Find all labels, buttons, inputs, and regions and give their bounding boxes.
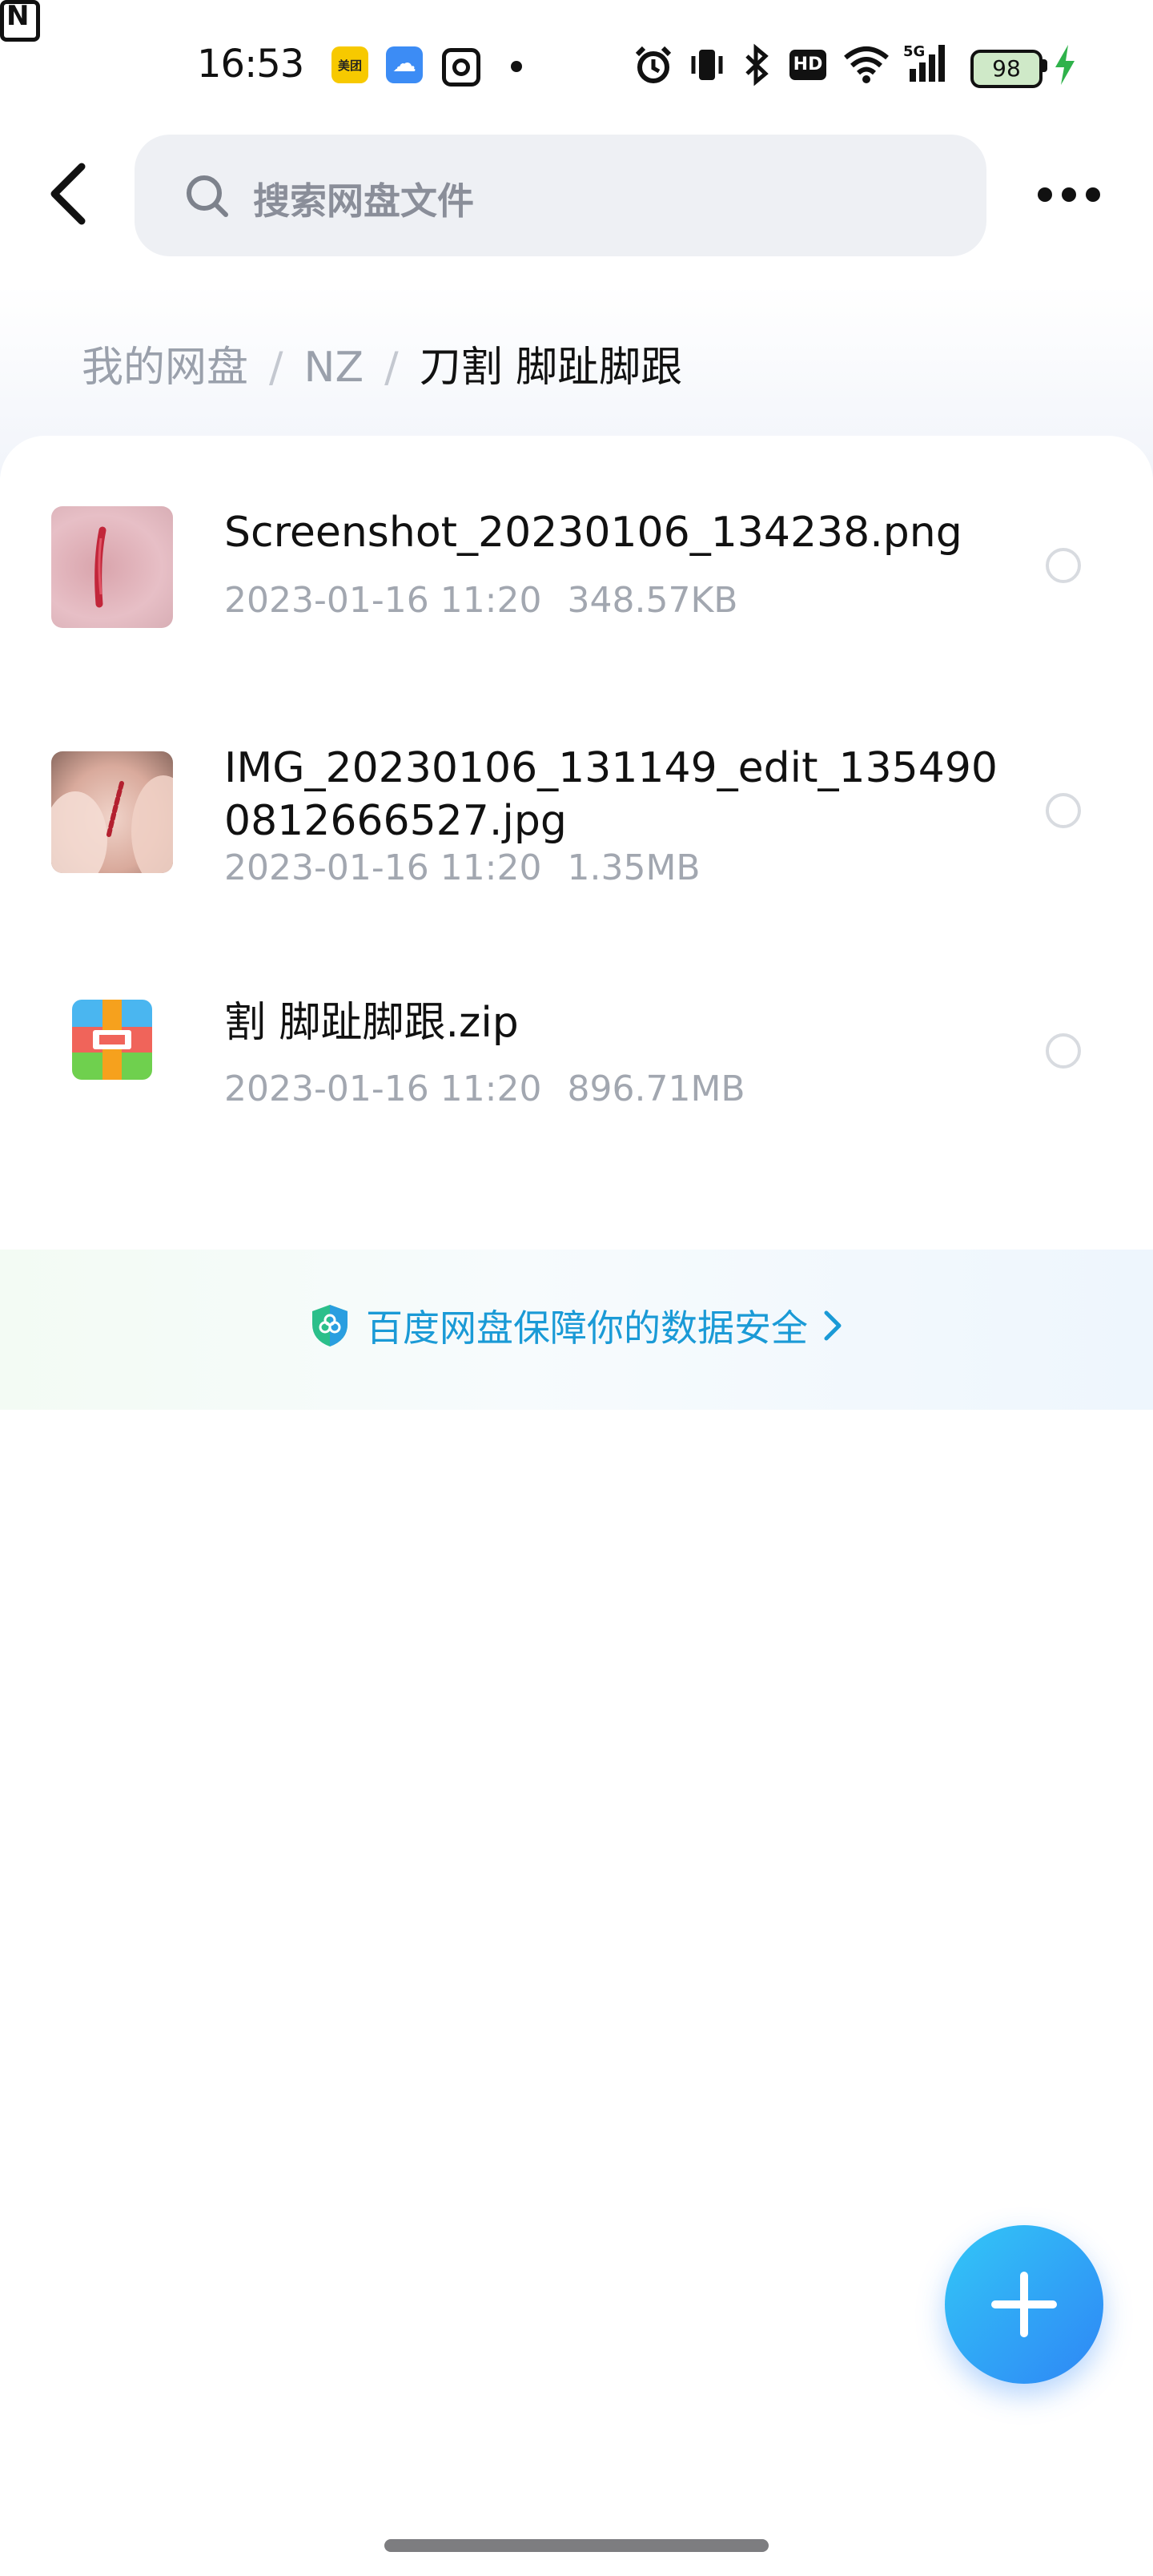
security-banner-text: 百度网盘保障你的数据安全 xyxy=(366,1306,808,1350)
wifi-icon xyxy=(844,46,889,83)
file-size: 348.57KB xyxy=(567,580,738,621)
file-name: Screenshot_20230106_134238.png xyxy=(224,509,962,557)
charging-icon xyxy=(1055,45,1075,85)
file-row[interactable]: Screenshot_20230106_134238.png 2023-01-1… xyxy=(0,506,1153,666)
home-indicator[interactable] xyxy=(384,2539,769,2552)
file-name: IMG_20230106_131149_edit_135490 08126665… xyxy=(224,742,1009,847)
file-name: 割 脚趾脚跟.zip xyxy=(224,999,519,1047)
breadcrumb-root[interactable]: 我的网盘 xyxy=(82,344,248,392)
back-button[interactable] xyxy=(45,160,96,227)
notification-dot xyxy=(511,61,522,72)
breadcrumb-separator: / xyxy=(269,344,283,392)
file-thumbnail xyxy=(51,751,173,873)
breadcrumb-separator: / xyxy=(384,344,399,392)
more-dot xyxy=(1038,187,1052,202)
meituan-app-icon: 美团 xyxy=(331,46,368,83)
security-banner[interactable]: 百度网盘保障你的数据安全 xyxy=(0,1250,1153,1410)
battery-icon: 98 xyxy=(970,50,1043,88)
wound-image-icon xyxy=(94,526,106,608)
wound-image-icon xyxy=(51,775,173,873)
file-name-line: 0812666527.jpg xyxy=(224,797,567,845)
select-radio[interactable] xyxy=(1046,548,1081,583)
file-date: 2023-01-16 11:20 xyxy=(224,847,542,888)
file-row[interactable]: IMG_20230106_131149_edit_135490 08126665… xyxy=(0,744,1153,942)
file-meta: 2023-01-16 11:20 896.71MB xyxy=(224,1069,745,1109)
more-dot xyxy=(1086,187,1100,202)
5g-signal-icon: 5G xyxy=(903,43,945,82)
search-input[interactable]: 搜索网盘文件 xyxy=(135,135,986,256)
search-icon xyxy=(187,175,228,217)
nfc-icon: N xyxy=(0,0,40,42)
battery-cap xyxy=(1043,59,1047,72)
breadcrumb: 我的网盘 / NZ / 刀割 脚趾脚跟 xyxy=(82,333,682,393)
file-meta: 2023-01-16 11:20 348.57KB xyxy=(224,580,738,621)
file-date: 2023-01-16 11:20 xyxy=(224,1069,542,1109)
zip-file-icon xyxy=(72,1000,152,1080)
file-row[interactable]: 割 脚趾脚跟.zip 2023-01-16 11:20 896.71MB xyxy=(0,995,1153,1155)
status-bar: 16:53 美团 ☁ N HD 5G 98 xyxy=(0,0,1153,128)
file-meta: 2023-01-16 11:20 1.35MB xyxy=(224,847,701,888)
bluetooth-icon xyxy=(745,43,769,87)
breadcrumb-parent[interactable]: NZ xyxy=(304,344,364,392)
file-date: 2023-01-16 11:20 xyxy=(224,580,542,621)
more-dot xyxy=(1062,187,1076,202)
alarm-icon xyxy=(635,46,672,83)
file-thumbnail xyxy=(51,506,173,628)
chevron-right-icon xyxy=(824,1310,842,1341)
status-time: 16:53 xyxy=(197,42,304,87)
search-placeholder: 搜索网盘文件 xyxy=(253,179,474,223)
hd-icon: HD xyxy=(789,50,826,80)
file-name-line: IMG_20230106_131149_edit_135490 xyxy=(224,744,998,792)
select-radio[interactable] xyxy=(1046,1033,1081,1069)
add-file-button[interactable] xyxy=(945,2225,1103,2384)
file-size: 896.71MB xyxy=(567,1069,745,1109)
file-size: 1.35MB xyxy=(567,847,701,888)
breadcrumb-current: 刀割 脚趾脚跟 xyxy=(419,344,683,392)
security-banner-content: 百度网盘保障你的数据安全 xyxy=(0,1299,1153,1352)
meituan-label: 美团 xyxy=(337,58,362,73)
more-options-button[interactable] xyxy=(1034,178,1102,213)
vibrate-icon xyxy=(691,50,723,80)
baidu-netdisk-app-icon: ☁ xyxy=(386,46,423,83)
select-radio[interactable] xyxy=(1046,793,1081,828)
shield-icon xyxy=(311,1305,348,1346)
instagram-icon xyxy=(442,48,480,87)
battery-level: 98 xyxy=(992,55,1021,82)
plus-icon xyxy=(991,2272,1057,2337)
svg-text:5G: 5G xyxy=(903,43,925,60)
